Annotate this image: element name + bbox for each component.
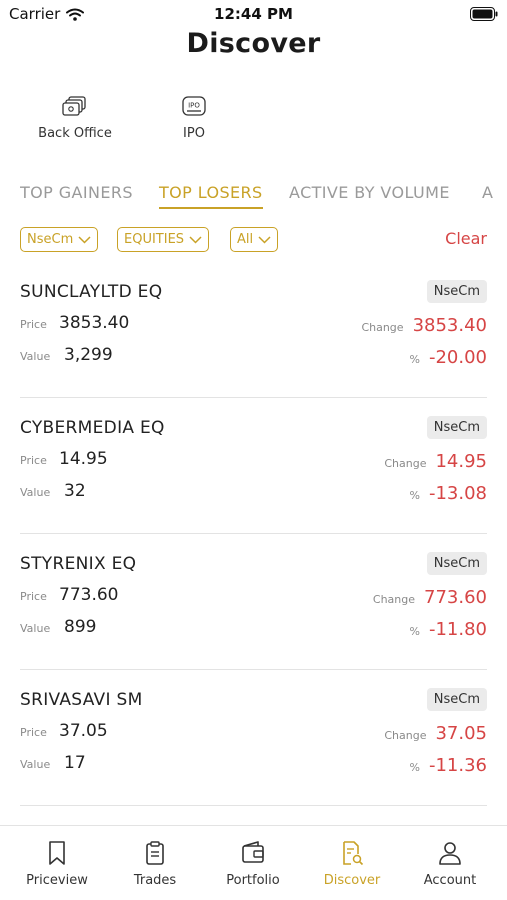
price-value: 773.60 — [59, 585, 119, 605]
percent-group: % -11.36 — [410, 755, 487, 776]
change-label: Change — [361, 321, 404, 334]
price-label: Price — [20, 454, 47, 467]
page-title: Discover — [186, 28, 321, 59]
stock-list: SUNCLAYLTD EQ NseCm Price 3853.40 Value … — [0, 262, 507, 806]
stock-name: CYBERMEDIA EQ — [20, 418, 165, 438]
segment-filter[interactable]: EQUITIES — [117, 227, 210, 252]
price-value: 3853.40 — [59, 313, 130, 333]
percent-group: % -20.00 — [410, 347, 487, 368]
ipo-label: IPO — [183, 126, 205, 141]
tab-next[interactable]: A — [482, 183, 493, 202]
value-value: 32 — [64, 481, 86, 501]
percent-value: -20.00 — [428, 347, 487, 368]
exchange-filter-value: NseCm — [27, 232, 74, 247]
price-value: 14.95 — [59, 449, 108, 469]
exchange-badge: NseCm — [426, 552, 487, 575]
exchange-badge: NseCm — [426, 688, 487, 711]
change-label: Change — [372, 593, 416, 606]
wallet-icon — [242, 841, 264, 863]
tab-bar-trades[interactable]: Trades — [105, 840, 205, 888]
tab-bar-priceview[interactable]: Priceview — [7, 840, 107, 888]
tab-bar-label: Portfolio — [226, 873, 280, 888]
change-group: Change 14.95 — [384, 451, 487, 472]
value-label: Value — [20, 758, 51, 771]
value-label: Value — [20, 350, 51, 363]
price-label: Price — [20, 726, 47, 739]
tab-bar-account[interactable]: Account — [400, 840, 500, 888]
exchange-badge: NseCm — [426, 416, 487, 439]
percent-value: -11.80 — [428, 619, 487, 640]
tab-bar-discover[interactable]: Discover — [302, 840, 402, 888]
category-tabs: TOP GAINERS TOP LOSERS ACTIVE BY VOLUME … — [20, 183, 507, 213]
tab-bar-portfolio[interactable]: Portfolio — [203, 840, 303, 888]
change-value: 3853.40 — [412, 315, 487, 336]
stock-name: STYRENIX EQ — [20, 554, 137, 574]
stock-card[interactable]: STYRENIX EQ NseCm Price 773.60 Value 899… — [0, 534, 507, 670]
price-label: Price — [20, 318, 47, 331]
tab-active-by-volume[interactable]: ACTIVE BY VOLUME — [289, 183, 450, 202]
change-value: 14.95 — [435, 451, 487, 472]
clock: 12:44 PM — [214, 5, 293, 23]
percent-label: % — [409, 761, 420, 774]
value-value: 899 — [64, 617, 97, 637]
value-label: Value — [20, 622, 51, 635]
clipboard-icon — [146, 841, 164, 865]
tab-bar-label: Priceview — [26, 873, 88, 888]
exchange-badge: NseCm — [426, 280, 487, 303]
discover-icon — [343, 841, 364, 866]
change-label: Change — [384, 729, 427, 742]
percent-label: % — [409, 489, 420, 502]
back-office-icon — [62, 96, 86, 116]
percent-label: % — [409, 625, 420, 638]
chevron-down-icon — [78, 235, 91, 244]
value-value: 17 — [64, 753, 86, 773]
stock-card[interactable]: SRIVASAVI SM NseCm Price 37.05 Value 17 … — [0, 670, 507, 806]
percent-value: -11.36 — [428, 755, 487, 776]
ipo-shortcut[interactable]: IPO IPO — [139, 96, 249, 141]
divider — [20, 805, 487, 806]
percent-group: % -11.80 — [410, 619, 487, 640]
change-value: 773.60 — [424, 587, 487, 608]
segment-filter-value: EQUITIES — [124, 232, 185, 247]
change-group: Change 773.60 — [373, 587, 487, 608]
stock-card[interactable]: SUNCLAYLTD EQ NseCm Price 3853.40 Value … — [0, 262, 507, 398]
chevron-down-icon — [189, 235, 202, 244]
tab-bar-label: Discover — [323, 873, 381, 888]
stock-card[interactable]: CYBERMEDIA EQ NseCm Price 14.95 Value 32… — [0, 398, 507, 534]
series-filter-value: All — [237, 232, 254, 247]
filter-row: NseCm EQUITIES All Clear — [20, 227, 487, 253]
change-group: Change 3853.40 — [361, 315, 487, 336]
person-icon — [439, 842, 461, 865]
price-value: 37.05 — [59, 721, 108, 741]
price-label: Price — [20, 590, 47, 603]
stock-name: SRIVASAVI SM — [20, 690, 143, 710]
back-office-shortcut[interactable]: Back Office — [20, 96, 130, 141]
change-value: 37.05 — [435, 723, 487, 744]
tab-top-gainers[interactable]: TOP GAINERS — [20, 183, 133, 202]
exchange-filter[interactable]: NseCm — [20, 227, 99, 252]
stock-name: SUNCLAYLTD EQ — [20, 282, 163, 302]
clear-button[interactable]: Clear — [445, 229, 487, 248]
battery-icon — [470, 7, 498, 21]
status-bar: Carrier 12:44 PM — [0, 0, 507, 28]
svg-text:IPO: IPO — [188, 102, 200, 110]
back-office-label: Back Office — [38, 126, 112, 141]
bookmark-icon — [49, 841, 65, 865]
value-label: Value — [20, 486, 51, 499]
value-value: 3,299 — [64, 345, 113, 365]
tab-bar-label: Trades — [133, 873, 177, 888]
chevron-down-icon — [258, 235, 271, 244]
percent-label: % — [409, 353, 420, 366]
tab-top-losers[interactable]: TOP LOSERS — [159, 183, 263, 209]
ipo-icon: IPO — [182, 96, 206, 116]
change-group: Change 37.05 — [384, 723, 487, 744]
change-label: Change — [384, 457, 427, 470]
tab-bar-label: Account — [423, 873, 477, 888]
bottom-tab-bar: Priceview Trades Portfolio Discover Acco… — [0, 825, 507, 900]
series-filter[interactable]: All — [230, 227, 279, 252]
percent-value: -13.08 — [428, 483, 487, 504]
percent-group: % -13.08 — [410, 483, 487, 504]
